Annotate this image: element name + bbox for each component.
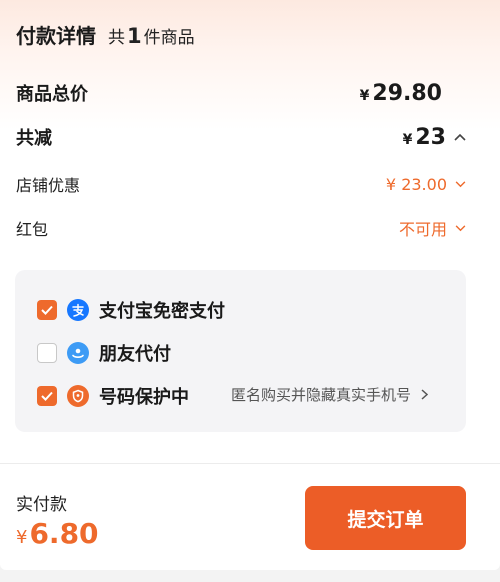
payment-option-friend-pay[interactable]: 朋友代付 [37,340,171,366]
store-discount-row[interactable]: 店铺优惠 ¥ 23.00 [16,172,466,196]
alipay-icon [67,299,89,321]
red-packet-value: 不可用 [398,220,447,239]
item-count-suffix: 件商品 [143,28,195,48]
currency-symbol: ¥ [16,527,28,548]
payment-option-label: 号码保护中 [99,387,189,408]
page-title: 付款详情 [16,24,96,48]
footer-divider [0,463,500,464]
payment-detail-card: 付款详情 共1 件商品 商品总价 ¥29.80 共减 ¥23 店铺优惠 ¥ 23.… [0,0,500,570]
number-protection-checkbox[interactable] [37,386,57,406]
store-discount-label: 店铺优惠 [16,176,81,195]
red-packet-value-group: 不可用 [399,216,466,240]
submit-order-button[interactable]: 提交订单 [305,486,466,550]
paid-amount-block: 实付款 ¥6.80 [16,490,99,550]
item-count-number: 1 [127,24,142,48]
currency-symbol: ¥ [402,131,413,148]
paid-amount-number: 6.80 [29,517,99,550]
friend-pay-icon [67,342,89,364]
total-reduction-value-group: ¥23 [403,125,466,150]
paid-amount-label: 实付款 [16,495,67,515]
privacy-hint-link[interactable]: 匿名购买并隐藏真实手机号 [231,384,429,405]
payment-option-alipay[interactable]: 支付宝免密支付 [37,297,225,323]
total-price-row: 商品总价 ¥29.80 [16,80,466,106]
currency-symbol: ¥ [359,87,370,104]
chevron-down-icon[interactable] [455,221,466,235]
total-price-value: ¥29.80 [360,81,442,106]
chevron-right-icon [421,386,429,404]
privacy-shield-icon [67,385,89,407]
paid-amount-value: ¥6.80 [16,517,99,550]
payment-options-box: 支付宝免密支付 朋友代付 号码保护中 匿名购买并隐藏真实手机号 [15,270,466,432]
privacy-hint-text: 匿名购买并隐藏真实手机号 [231,386,412,404]
total-price-label: 商品总价 [16,84,88,105]
alipay-checkbox[interactable] [37,300,57,320]
item-count: 共1 件商品 [108,23,195,48]
payment-option-label: 朋友代付 [99,344,171,365]
red-packet-label: 红包 [16,220,49,239]
store-discount-value: ¥ 23.00 [385,174,447,194]
total-price-amount: 29.80 [372,80,442,106]
friend-pay-checkbox[interactable] [37,343,57,363]
chevron-down-icon[interactable] [455,177,466,191]
title-row: 付款详情 共1 件商品 [16,20,195,49]
store-discount-value-group: ¥ 23.00 [386,175,466,194]
payment-option-number-protection[interactable]: 号码保护中 [37,383,189,409]
total-reduction-value: ¥23 [403,125,446,150]
chevron-up-icon[interactable] [454,130,466,144]
item-count-prefix: 共 [108,28,125,48]
checkout-page: 付款详情 共1 件商品 商品总价 ¥29.80 共减 ¥23 店铺优惠 ¥ 23.… [0,0,500,582]
total-reduction-row[interactable]: 共减 ¥23 [16,124,466,150]
red-packet-row[interactable]: 红包 不可用 [16,216,466,240]
payment-option-label: 支付宝免密支付 [99,301,225,322]
total-reduction-label: 共减 [16,128,52,149]
total-reduction-amount: 23 [415,124,446,150]
